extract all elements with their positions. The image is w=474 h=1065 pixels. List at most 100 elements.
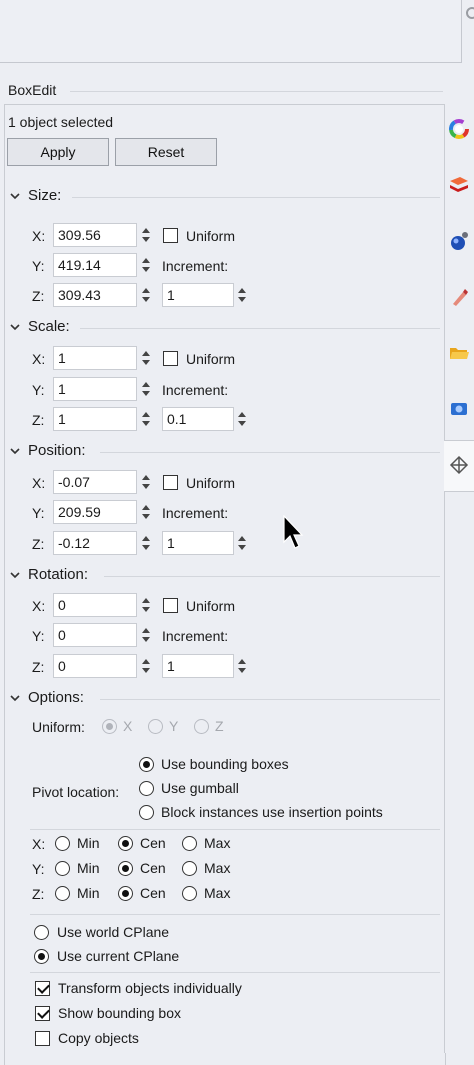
x-cen-label: Cen (140, 835, 166, 851)
position-increment-spinner[interactable] (235, 531, 249, 555)
z-max-radio[interactable] (182, 886, 197, 901)
scale-y-input[interactable]: 1 (53, 377, 137, 401)
panel-title: BoxEdit (8, 82, 57, 98)
copy-objects-checkbox[interactable] (35, 1031, 50, 1046)
scale-z-input[interactable]: 1 (53, 407, 137, 431)
size-x-spinner[interactable] (139, 223, 153, 247)
rotation-increment-spinner[interactable] (235, 654, 249, 678)
size-section-header[interactable]: Size: (10, 187, 61, 204)
uniform-y-label: Y (169, 718, 179, 734)
uniform-x-radio[interactable] (102, 719, 117, 734)
position-uniform-label: Uniform (186, 475, 236, 491)
scale-x-input[interactable]: 1 (53, 346, 137, 370)
scale-uniform-checkbox[interactable] (163, 351, 178, 366)
current-cplane-radio[interactable] (34, 949, 49, 964)
show-bounding-box-checkbox[interactable] (35, 1006, 50, 1021)
scale-section-header[interactable]: Scale: (10, 318, 70, 335)
z-cen-radio[interactable] (118, 886, 133, 901)
z-min-label: Min (77, 885, 100, 901)
rotation-z-label: Z: (32, 659, 45, 675)
scale-x-label: X: (32, 351, 46, 367)
rotation-y-input[interactable]: 0 (53, 623, 137, 647)
position-x-spinner[interactable] (139, 470, 153, 494)
rotation-increment-input[interactable]: 1 (162, 654, 234, 678)
y-min-radio[interactable] (55, 861, 70, 876)
position-increment-label: Increment: (162, 505, 229, 521)
size-x-label: X: (32, 228, 46, 244)
size-increment-input[interactable]: 1 (162, 283, 234, 307)
section-divider (100, 452, 440, 453)
rotation-y-spinner[interactable] (139, 623, 153, 647)
x-cen-radio[interactable] (118, 836, 133, 851)
scale-increment-input[interactable]: 0.1 (162, 407, 234, 431)
boxedit-gumball-icon[interactable] (446, 452, 472, 478)
scale-z-spinner[interactable] (139, 407, 153, 431)
uniform-y-radio[interactable] (148, 719, 163, 734)
copy-objects-label: Copy objects (58, 1030, 139, 1046)
upper-panel (0, 0, 462, 63)
size-y-input[interactable]: 419.14 (53, 253, 137, 277)
scale-y-label: Y: (32, 382, 45, 398)
section-divider (104, 576, 440, 577)
z-min-radio[interactable] (55, 886, 70, 901)
pivot-bounding-boxes-radio[interactable] (139, 757, 154, 772)
size-increment-spinner[interactable] (235, 283, 249, 307)
pivot-location-label: Pivot location: (32, 784, 120, 800)
pivot-insertion-points-radio[interactable] (139, 805, 154, 820)
size-uniform-label: Uniform (186, 228, 236, 244)
rotation-z-input[interactable]: 0 (53, 654, 137, 678)
world-cplane-label: Use world CPlane (57, 924, 170, 940)
show-bounding-box-label: Show bounding box (58, 1005, 181, 1021)
color-wheel-icon[interactable] (446, 116, 472, 142)
size-y-spinner[interactable] (139, 253, 153, 277)
folder-icon[interactable] (446, 340, 472, 366)
apply-button[interactable]: Apply (7, 138, 109, 166)
pen-icon[interactable] (446, 284, 472, 310)
rotation-z-spinner[interactable] (139, 654, 153, 678)
position-title: Position: (28, 442, 86, 459)
size-z-spinner[interactable] (139, 283, 153, 307)
x-min-radio[interactable] (55, 836, 70, 851)
rotation-uniform-checkbox[interactable] (163, 598, 178, 613)
uniform-z-radio[interactable] (194, 719, 209, 734)
size-z-input[interactable]: 309.43 (53, 283, 137, 307)
position-increment-input[interactable]: 1 (162, 531, 234, 555)
position-y-label: Y: (32, 505, 45, 521)
transform-individually-checkbox[interactable] (35, 981, 50, 996)
scale-x-spinner[interactable] (139, 346, 153, 370)
position-y-input[interactable]: 209.59 (53, 500, 137, 524)
world-cplane-radio[interactable] (34, 925, 49, 940)
scale-z-label: Z: (32, 412, 45, 428)
y-cen-radio[interactable] (118, 861, 133, 876)
position-section-header[interactable]: Position: (10, 442, 86, 459)
reset-button[interactable]: Reset (115, 138, 217, 166)
layer-icon[interactable] (446, 172, 472, 198)
y-max-radio[interactable] (182, 861, 197, 876)
gear-icon[interactable] (462, 2, 474, 24)
pivot-gumball-label: Use gumball (161, 780, 239, 796)
boxedit-panel (4, 104, 446, 1065)
x-max-radio[interactable] (182, 836, 197, 851)
position-z-label: Z: (32, 536, 45, 552)
z-max-label: Max (204, 885, 231, 901)
rotation-x-label: X: (32, 598, 46, 614)
scale-increment-spinner[interactable] (235, 407, 249, 431)
rotation-x-spinner[interactable] (139, 593, 153, 617)
rotation-x-input[interactable]: 0 (53, 593, 137, 617)
position-y-spinner[interactable] (139, 500, 153, 524)
position-z-input[interactable]: -0.12 (53, 531, 137, 555)
size-increment-label: Increment: (162, 258, 229, 274)
rotation-section-header[interactable]: Rotation: (10, 566, 88, 583)
position-x-input[interactable]: -0.07 (53, 470, 137, 494)
size-x-input[interactable]: 309.56 (53, 223, 137, 247)
position-z-spinner[interactable] (139, 531, 153, 555)
options-section-header[interactable]: Options: (10, 689, 84, 706)
chevron-down-icon (10, 192, 20, 199)
pivot-gumball-radio[interactable] (139, 781, 154, 796)
size-uniform-checkbox[interactable] (163, 228, 178, 243)
display-icon[interactable] (446, 396, 472, 422)
position-uniform-checkbox[interactable] (163, 475, 178, 490)
scale-y-spinner[interactable] (139, 377, 153, 401)
x-max-label: Max (204, 835, 231, 851)
material-sphere-icon[interactable] (446, 228, 472, 254)
